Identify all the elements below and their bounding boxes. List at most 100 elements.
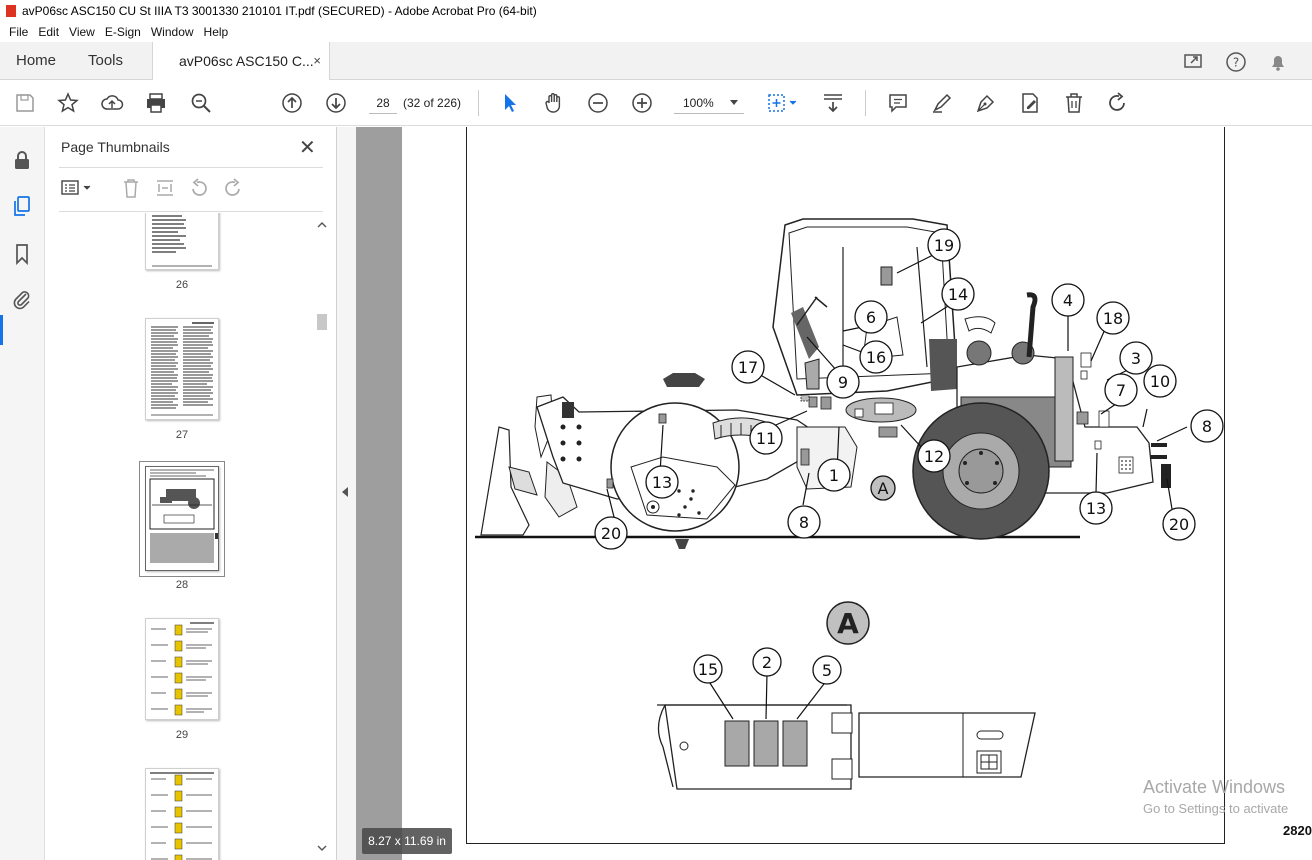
svg-text:9: 9 bbox=[838, 373, 848, 392]
thumbnail-page-26[interactable] bbox=[145, 213, 219, 270]
delete-trash-icon[interactable] bbox=[1062, 91, 1086, 115]
svg-text:20: 20 bbox=[601, 524, 621, 543]
collapse-arrow-icon bbox=[342, 487, 348, 497]
detail-callout-2: 2 bbox=[752, 647, 782, 677]
callout-9: 9 bbox=[826, 365, 860, 399]
left-navigation-rail bbox=[0, 127, 45, 860]
menu-help[interactable]: Help bbox=[199, 22, 234, 42]
menu-edit[interactable]: Edit bbox=[33, 22, 64, 42]
svg-text:10: 10 bbox=[1150, 372, 1170, 391]
zoom-in-icon[interactable] bbox=[630, 91, 654, 115]
svg-text:1: 1 bbox=[829, 466, 839, 485]
activate-windows-watermark: Activate Windows bbox=[1143, 777, 1286, 797]
share-screen-icon[interactable] bbox=[1183, 51, 1205, 73]
thumbnail-page-27[interactable] bbox=[145, 318, 219, 420]
tab-document[interactable]: avP06sc ASC150 C... × bbox=[152, 42, 330, 81]
svg-text:11: 11 bbox=[756, 429, 776, 448]
callout-detail-a: A bbox=[870, 475, 896, 501]
notifications-bell-icon[interactable] bbox=[1267, 51, 1289, 73]
svg-text:8: 8 bbox=[799, 513, 809, 532]
document-view[interactable]: 1 3 4 6 7 8 8 9 10 11 12 13 13 14 16 17 18 19 20 20 A A 15 2 5… bbox=[356, 127, 1312, 860]
menu-esign[interactable]: E-Sign bbox=[100, 22, 146, 42]
rotate-counterclockwise-icon[interactable] bbox=[188, 177, 210, 199]
attachments-paperclip-icon[interactable] bbox=[11, 288, 33, 310]
panel-collapse-handle[interactable] bbox=[337, 127, 356, 860]
tab-home[interactable]: Home bbox=[16, 42, 56, 80]
page-thumbnails-icon[interactable] bbox=[11, 195, 33, 217]
svg-text:12: 12 bbox=[924, 447, 944, 466]
next-page-icon[interactable] bbox=[324, 91, 348, 115]
bookmarks-icon[interactable] bbox=[11, 243, 33, 265]
select-pointer-icon[interactable] bbox=[498, 91, 522, 115]
svg-text:15: 15 bbox=[698, 660, 718, 679]
callout-14: 14 bbox=[941, 277, 975, 311]
thumbnail-page-28[interactable] bbox=[145, 466, 219, 571]
callout-8: 8 bbox=[787, 505, 821, 539]
upload-cloud-icon[interactable] bbox=[100, 91, 124, 115]
callout-20: 20 bbox=[594, 516, 628, 550]
callout-18: 18 bbox=[1096, 301, 1130, 335]
toolbar-divider bbox=[478, 90, 479, 116]
rotate-clockwise-icon[interactable] bbox=[222, 177, 244, 199]
thumbnail-page-29[interactable] bbox=[145, 618, 219, 720]
activate-windows-hint: Go to Settings to activate bbox=[1143, 801, 1289, 816]
close-tab-icon[interactable]: × bbox=[313, 42, 321, 80]
callout-7: 7 bbox=[1104, 373, 1138, 407]
toolbar-divider bbox=[865, 90, 866, 116]
menu-view[interactable]: View bbox=[64, 22, 100, 42]
detail-callout-5: 5 bbox=[812, 655, 842, 685]
page-thumbnails-panel: Page Thumbnails ✕ 26 27 28 29 bbox=[45, 127, 337, 860]
search-zoom-icon[interactable] bbox=[189, 91, 213, 115]
acrobat-pdf-icon bbox=[6, 5, 16, 17]
figure-code: 282053 bbox=[1283, 823, 1312, 838]
thumbnail-list: 26 27 28 29 bbox=[45, 213, 317, 860]
callout-3: 3 bbox=[1119, 341, 1153, 375]
callout-17: 17 bbox=[731, 350, 765, 384]
highlight-pen-icon[interactable] bbox=[930, 91, 954, 115]
fit-page-icon[interactable] bbox=[766, 91, 800, 115]
menu-window[interactable]: Window bbox=[146, 22, 199, 42]
page-number-input[interactable]: 28 bbox=[369, 92, 397, 114]
lock-security-icon[interactable] bbox=[11, 149, 33, 171]
print-icon[interactable] bbox=[144, 91, 168, 115]
panel-divider bbox=[59, 211, 323, 212]
chevron-down-icon bbox=[730, 100, 738, 105]
zoom-out-icon[interactable] bbox=[586, 91, 610, 115]
extract-pages-icon[interactable] bbox=[154, 177, 176, 199]
thumbnail-scrollbar[interactable] bbox=[315, 213, 329, 860]
svg-text:2: 2 bbox=[762, 653, 772, 672]
svg-text:18: 18 bbox=[1103, 309, 1123, 328]
svg-text:16: 16 bbox=[866, 348, 886, 367]
svg-text:3: 3 bbox=[1131, 349, 1141, 368]
edit-pdf-icon[interactable] bbox=[1018, 91, 1042, 115]
close-panel-icon[interactable]: ✕ bbox=[299, 135, 316, 160]
previous-page-icon[interactable] bbox=[280, 91, 304, 115]
thumbnail-options-menu-icon[interactable] bbox=[59, 177, 95, 199]
callout-6: 6 bbox=[854, 300, 888, 334]
svg-text:7: 7 bbox=[1116, 381, 1126, 400]
svg-text:6: 6 bbox=[866, 308, 876, 327]
detail-callout-15: 15 bbox=[693, 654, 723, 684]
active-indicator bbox=[0, 315, 3, 345]
svg-text:8: 8 bbox=[1202, 417, 1212, 436]
draw-pen-icon[interactable] bbox=[974, 91, 998, 115]
menu-file[interactable]: File bbox=[4, 22, 33, 42]
panel-title: Page Thumbnails bbox=[61, 139, 170, 155]
tab-row: Home Tools avP06sc ASC150 C... × ? bbox=[0, 42, 1312, 81]
zoom-level-select[interactable]: 100% bbox=[674, 92, 744, 114]
bookmark-star-icon[interactable] bbox=[56, 91, 80, 115]
thumbnail-label: 29 bbox=[175, 729, 189, 741]
comment-icon[interactable] bbox=[886, 91, 910, 115]
tab-tools[interactable]: Tools bbox=[88, 42, 123, 80]
hand-tool-icon[interactable] bbox=[542, 91, 566, 115]
delete-page-icon[interactable] bbox=[120, 177, 142, 199]
redo-rotate-icon[interactable] bbox=[1106, 91, 1130, 115]
save-icon[interactable] bbox=[13, 91, 37, 115]
help-icon[interactable]: ? bbox=[1225, 51, 1247, 73]
thumbnail-page-30[interactable] bbox=[145, 768, 219, 860]
page-dimensions-tooltip: 8.27 x 11.69 in bbox=[362, 828, 452, 854]
callout-10: 10 bbox=[1143, 364, 1177, 398]
svg-text:17: 17 bbox=[738, 358, 758, 377]
callout-13: 13 bbox=[645, 465, 679, 499]
scroll-mode-icon[interactable] bbox=[821, 91, 845, 115]
